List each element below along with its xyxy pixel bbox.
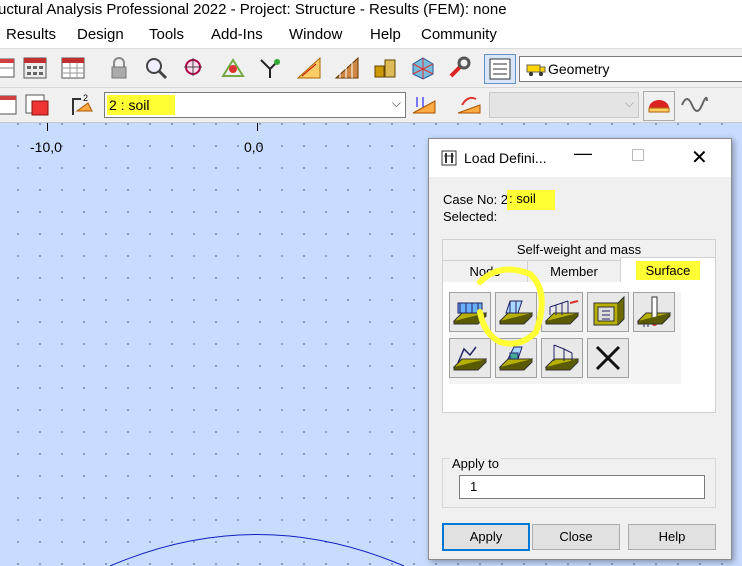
section-icon[interactable]	[332, 54, 362, 82]
menu-tools[interactable]: Tools	[149, 26, 184, 43]
table-icon[interactable]	[0, 54, 18, 82]
tab-member-label: Member	[550, 264, 598, 279]
menu-window[interactable]: Window	[289, 26, 342, 43]
apply-to-input-value: 1	[470, 479, 478, 494]
wrench-icon[interactable]	[445, 54, 475, 82]
tab-surface[interactable]: Surface	[620, 257, 716, 283]
structure-icon[interactable]	[218, 54, 248, 82]
load-table-icon[interactable]	[0, 91, 20, 119]
truck-icon	[526, 64, 546, 76]
zoom-window-icon[interactable]	[179, 54, 209, 82]
selected-label: Selected:	[443, 209, 498, 224]
case-no-label: Case No: 2	[443, 192, 509, 207]
apply-button[interactable]: Apply	[442, 523, 530, 551]
menu-results[interactable]: Results	[6, 26, 56, 43]
chevron-down-icon: ⌵	[391, 96, 401, 110]
main-toolbar: Geometry	[0, 49, 742, 88]
title-bar: uctural Analysis Professional 2022 - Pro…	[0, 0, 742, 22]
load-case-icon[interactable]: 2	[68, 91, 98, 119]
load-case-dropdown-value: 2 : soil	[107, 95, 175, 115]
chevron-down-icon: ⌵	[624, 96, 634, 110]
highlight-scribble	[477, 266, 545, 347]
dialog-title: Load Defini...	[464, 150, 547, 166]
hydrostatic-load-icon[interactable]	[587, 292, 629, 332]
disabled-dropdown: ⌵	[489, 92, 639, 118]
maximize-icon	[632, 149, 644, 161]
wave-icon[interactable]	[679, 91, 709, 119]
menu-help[interactable]: Help	[370, 26, 401, 43]
menu-bar: Results Design Tools Add-Ins Window Help…	[0, 22, 742, 49]
mesh-icon[interactable]	[408, 54, 438, 82]
load-definition-icon[interactable]	[409, 91, 439, 119]
case-no-value: : soil	[507, 190, 555, 210]
tab-self-weight-label: Self-weight and mass	[516, 242, 642, 257]
dialog-title-bar: Load Defini... — ✕	[429, 139, 731, 177]
help-button[interactable]: Help	[628, 524, 716, 550]
menu-design[interactable]: Design	[77, 26, 124, 43]
menu-community[interactable]: Community	[421, 26, 497, 43]
menu-add-ins[interactable]: Add-Ins	[211, 26, 263, 43]
spreadsheet-icon[interactable]	[58, 54, 88, 82]
lock-icon[interactable]	[104, 54, 134, 82]
tab-surface-label: Surface	[635, 261, 701, 280]
load-save-icon[interactable]	[22, 91, 52, 119]
load-combination-icon[interactable]	[454, 91, 484, 119]
load-case-dropdown[interactable]: 2 : soil ⌵	[104, 92, 406, 118]
layout-dropdown-value: Geometry	[548, 61, 610, 77]
zoom-icon[interactable]	[141, 54, 171, 82]
shell-icon[interactable]	[643, 91, 675, 121]
calculator-icon[interactable]	[20, 54, 50, 82]
dialog-app-icon	[441, 150, 457, 166]
delete-load-icon[interactable]	[587, 338, 629, 378]
window-title: uctural Analysis Professional 2022 - Pro…	[0, 1, 507, 18]
svg-text:2: 2	[83, 93, 88, 103]
close-icon[interactable]: ✕	[691, 145, 708, 170]
layout-dropdown[interactable]: Geometry	[519, 56, 742, 82]
close-button[interactable]: Close	[532, 524, 620, 550]
properties-icon[interactable]	[484, 54, 516, 84]
load-toolbar: 2 2 : soil ⌵ ⌵	[0, 88, 742, 123]
apply-to-input[interactable]: 1	[459, 475, 705, 499]
apply-to-group: Apply to 1	[442, 456, 716, 508]
support-icon[interactable]	[255, 54, 285, 82]
dimension-icon[interactable]	[294, 54, 324, 82]
thermal-load-icon[interactable]	[633, 292, 675, 332]
apply-to-label: Apply to	[450, 456, 501, 471]
material-icon[interactable]	[370, 54, 400, 82]
minimize-icon[interactable]: —	[574, 143, 592, 164]
